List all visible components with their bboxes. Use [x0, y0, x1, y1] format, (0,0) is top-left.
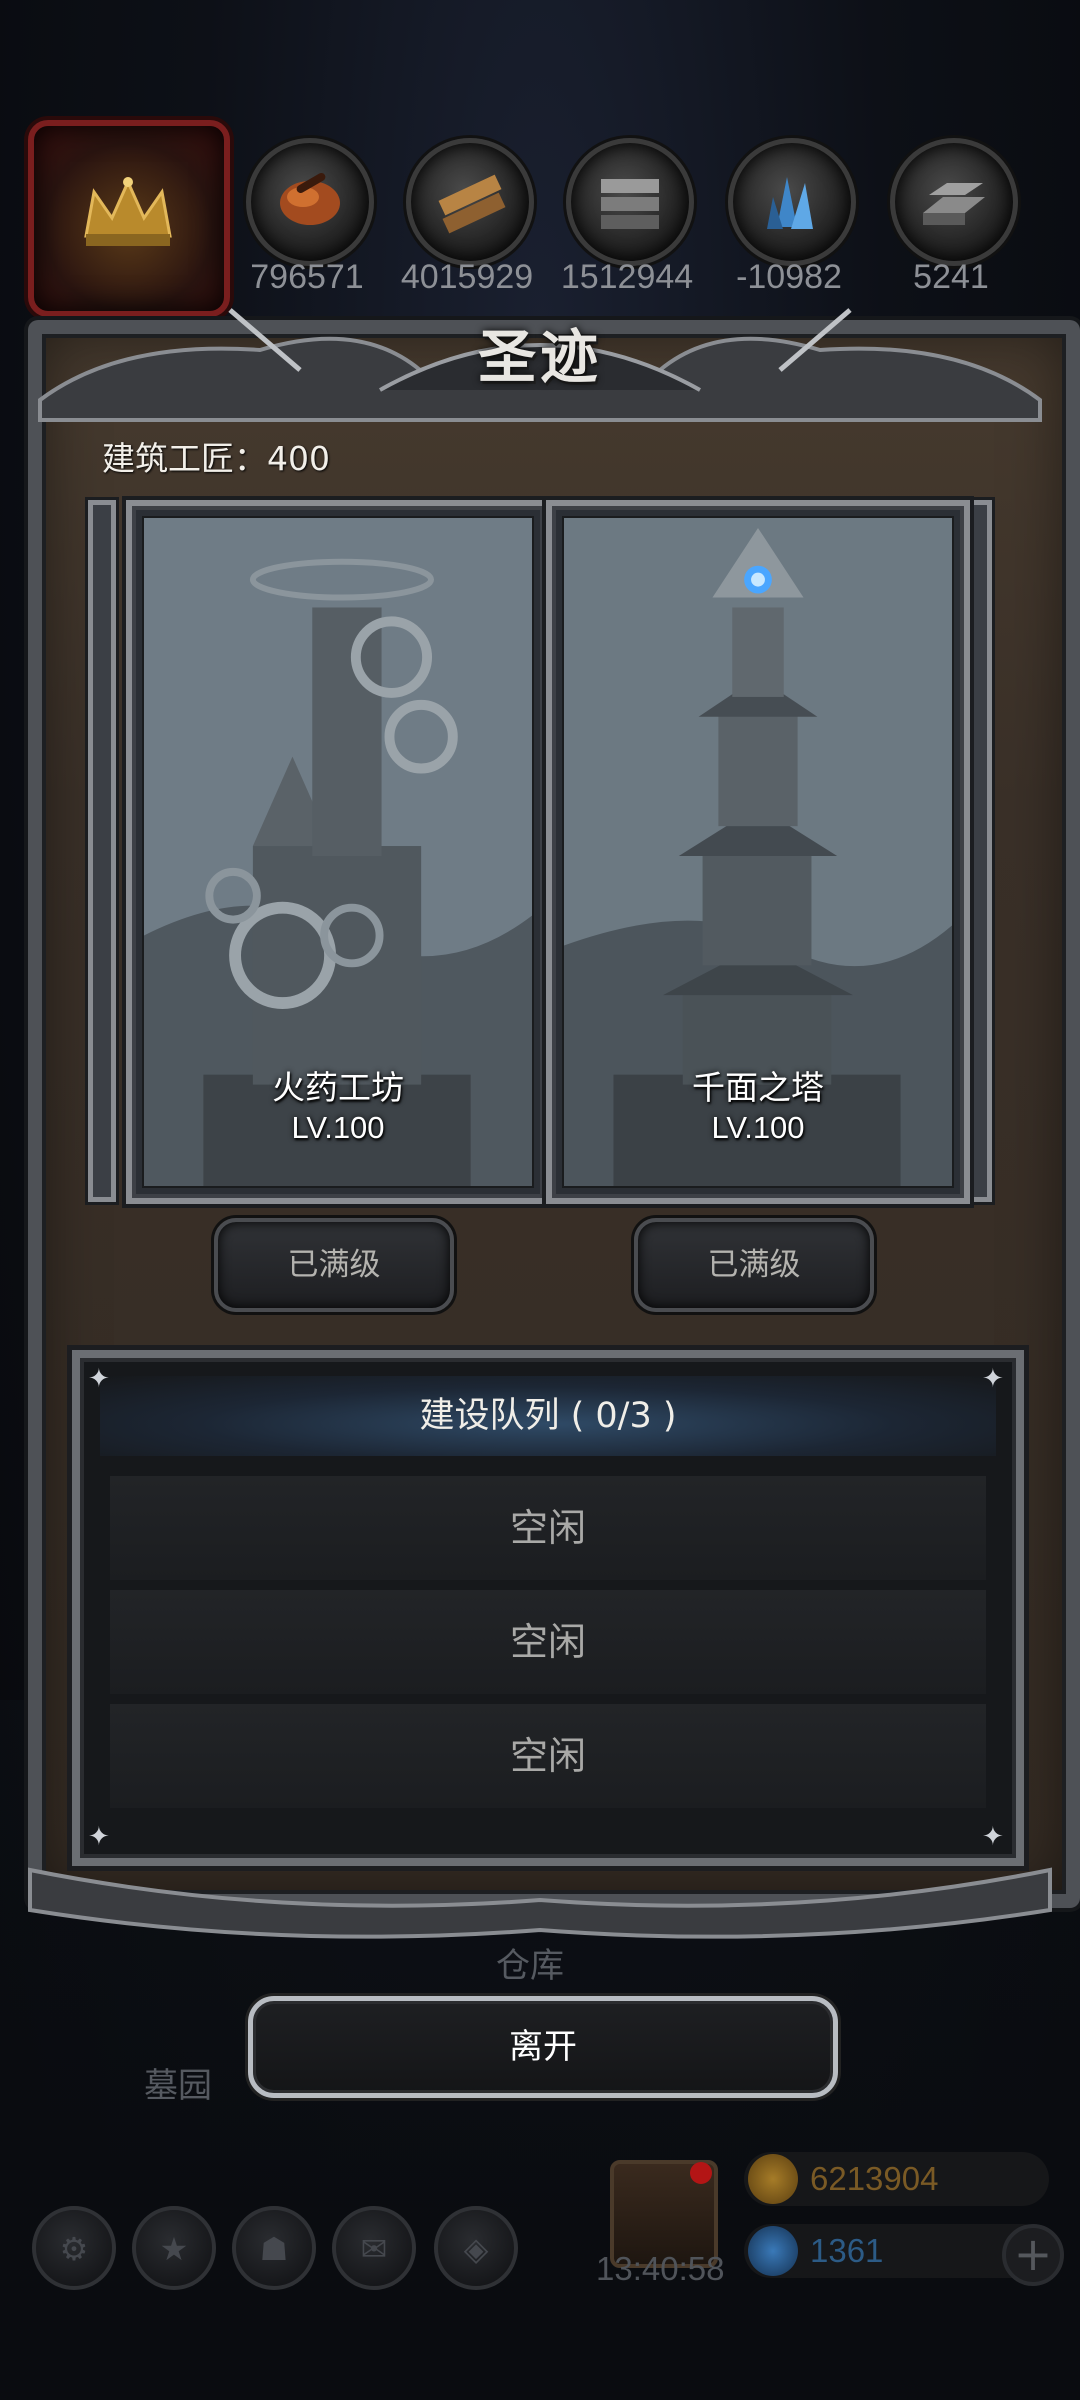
iron-ingot-icon[interactable]	[890, 138, 1018, 266]
gem-amount: 1361	[810, 2232, 884, 2269]
building-card-edge[interactable]	[88, 500, 116, 1202]
blue-crystal-icon[interactable]	[728, 138, 856, 266]
corner-sparkle-icon: ✦	[88, 1364, 110, 1394]
stone-block-icon[interactable]	[566, 138, 694, 266]
building-level: LV.100	[291, 1110, 385, 1145]
add-currency-button[interactable]: +	[1002, 2224, 1064, 2286]
panel-footer-ornament	[28, 1867, 1052, 1939]
queue-slot[interactable]: 空闲	[110, 1704, 986, 1808]
settings-icon[interactable]: ⚙	[32, 2206, 116, 2290]
corner-sparkle-icon: ✦	[982, 1364, 1004, 1394]
orange-ore-icon[interactable]	[246, 138, 374, 266]
queue-slot[interactable]: 空闲	[110, 1476, 986, 1580]
crown-icon	[84, 177, 172, 246]
warehouse-label: 仓库	[496, 1946, 564, 1986]
max-level-button[interactable]: 已满级	[214, 1218, 454, 1312]
star-icon[interactable]: ★	[132, 2206, 216, 2290]
gold-currency: 6213904	[744, 2152, 1049, 2206]
corner-sparkle-icon: ✦	[88, 1822, 110, 1852]
building-card[interactable]: 千面之塔 LV.100	[546, 500, 970, 1204]
craftsman-count: 建筑工匠：400	[102, 439, 330, 478]
build-queue: 建设队列 ( 0/3 ) 空闲 空闲 空闲 ✦ ✦ ✦ ✦	[72, 1350, 1024, 1866]
gift-timer: 13:40:58	[596, 2250, 725, 2287]
mail-icon[interactable]: ✉	[332, 2206, 416, 2290]
wood-plank-icon[interactable]	[406, 138, 534, 266]
gem-icon	[748, 2226, 798, 2276]
gold-amount: 6213904	[810, 2160, 939, 2197]
max-level-button[interactable]: 已满级	[634, 1218, 874, 1312]
package-icon[interactable]: ◈	[434, 2206, 518, 2290]
queue-slot[interactable]: 空闲	[110, 1590, 986, 1694]
panel-title: 圣迹	[477, 323, 602, 391]
corner-sparkle-icon: ✦	[982, 1822, 1004, 1852]
building-name: 火药工坊	[272, 1068, 404, 1107]
notification-dot	[690, 2162, 712, 2184]
build-queue-header: 建设队列 ( 0/3 )	[100, 1376, 996, 1456]
building-level: LV.100	[711, 1110, 805, 1145]
leave-button[interactable]: 离开	[248, 1996, 838, 2098]
building-card[interactable]: 火药工坊 LV.100	[126, 500, 550, 1204]
building-name: 千面之塔	[692, 1068, 824, 1107]
mask-icon[interactable]: ☗	[232, 2206, 316, 2290]
gold-scroll-icon	[748, 2154, 798, 2204]
cemetery-label: 墓园	[144, 2066, 212, 2106]
